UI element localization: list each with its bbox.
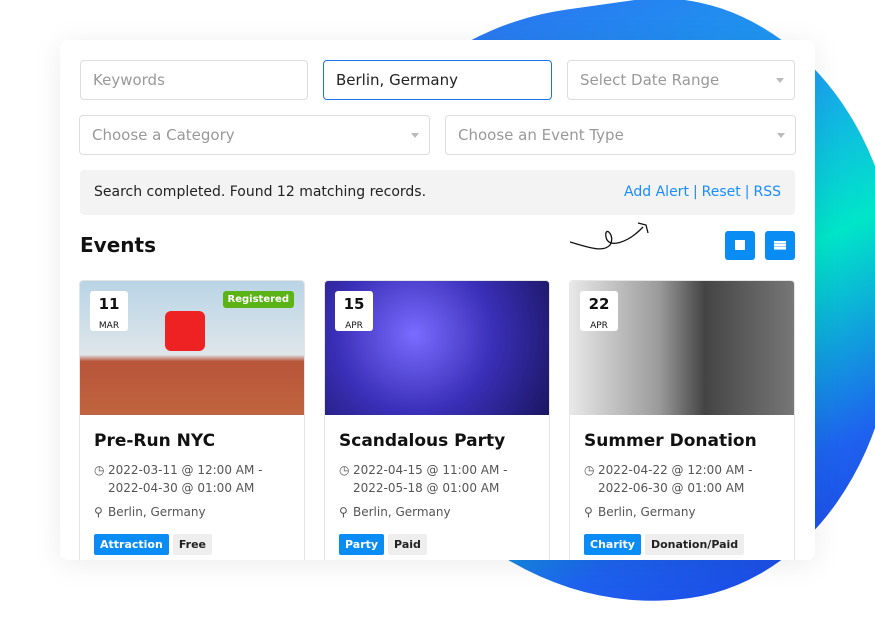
- category-select[interactable]: Choose a Category: [79, 115, 430, 155]
- date-range-placeholder: Select Date Range: [580, 71, 720, 89]
- event-type-select[interactable]: Choose an Event Type: [445, 115, 796, 155]
- runner-figure: [165, 311, 205, 351]
- event-location: Berlin, Germany: [598, 505, 696, 519]
- chevron-down-icon: [777, 133, 785, 138]
- date-badge: 22 APR: [580, 291, 618, 331]
- event-image: 11 MAR Registered: [80, 281, 304, 415]
- event-image: 15 APR: [325, 281, 549, 415]
- date-month: APR: [345, 321, 363, 331]
- map-pin-icon: ⚲: [94, 505, 103, 519]
- event-location: Berlin, Germany: [353, 505, 451, 519]
- keywords-input[interactable]: Keywords: [80, 60, 308, 100]
- event-start: 2022-03-11 @ 12:00 AM -: [108, 463, 263, 477]
- date-day: 11: [98, 295, 120, 313]
- clock-icon: ◷: [584, 463, 595, 477]
- event-end: 2022-06-30 @ 01:00 AM: [598, 481, 745, 495]
- separator: |: [692, 184, 698, 200]
- date-month: APR: [590, 321, 608, 331]
- square-icon: [735, 240, 745, 250]
- map-pin-icon: ⚲: [339, 505, 348, 519]
- list-view-button[interactable]: [765, 231, 795, 260]
- event-title[interactable]: Pre-Run NYC: [94, 431, 304, 451]
- event-end: 2022-04-30 @ 01:00 AM: [108, 481, 255, 495]
- event-card[interactable]: 22 APR Summer Donation ◷ 2022-04-22 @ 12:0…: [569, 280, 795, 560]
- grid-view-button[interactable]: [725, 231, 755, 260]
- date-badge: 11 MAR: [90, 291, 128, 331]
- category-tag[interactable]: Party: [339, 534, 385, 555]
- event-card[interactable]: 11 MAR Registered Pre-Run NYC ◷ 2022-03-11…: [79, 280, 305, 560]
- clock-icon: ◷: [339, 463, 350, 477]
- date-day: 22: [588, 295, 610, 313]
- section-title: Events: [80, 233, 156, 257]
- list-icon: [774, 241, 786, 250]
- rss-link[interactable]: RSS: [753, 184, 781, 200]
- event-card[interactable]: 15 APR Scandalous Party ◷ 2022-04-15 @ 11:…: [324, 280, 550, 560]
- event-image: 22 APR: [570, 281, 794, 415]
- events-panel: Keywords Berlin, Germany Select Date Ran…: [60, 40, 815, 560]
- date-badge: 15 APR: [335, 291, 373, 331]
- category-placeholder: Choose a Category: [92, 126, 235, 144]
- separator: |: [744, 184, 750, 200]
- chevron-down-icon: [776, 78, 784, 83]
- price-tag: Free: [172, 534, 212, 555]
- event-title[interactable]: Summer Donation: [584, 431, 794, 451]
- category-tag[interactable]: Attraction: [94, 534, 169, 555]
- price-tag: Paid: [388, 534, 427, 555]
- map-pin-icon: ⚲: [584, 505, 593, 519]
- category-tag[interactable]: Charity: [584, 534, 641, 555]
- add-alert-link[interactable]: Add Alert: [624, 184, 689, 200]
- status-text: Search completed. Found 12 matching reco…: [94, 184, 427, 200]
- reset-link[interactable]: Reset: [702, 184, 741, 200]
- event-end: 2022-05-18 @ 01:00 AM: [353, 481, 500, 495]
- date-month: MAR: [98, 321, 120, 331]
- clock-icon: ◷: [94, 463, 105, 477]
- date-range-select[interactable]: Select Date Range: [567, 60, 795, 100]
- registered-badge: Registered: [222, 291, 294, 308]
- event-title[interactable]: Scandalous Party: [339, 431, 549, 451]
- date-day: 15: [343, 295, 365, 313]
- event-type-placeholder: Choose an Event Type: [458, 126, 624, 144]
- event-location: Berlin, Germany: [108, 505, 206, 519]
- price-tag: Donation/Paid: [644, 534, 745, 555]
- chevron-down-icon: [411, 133, 419, 138]
- search-status-bar: Search completed. Found 12 matching reco…: [80, 170, 795, 215]
- event-start: 2022-04-22 @ 12:00 AM -: [598, 463, 753, 477]
- squiggle-arrow-icon: [569, 222, 649, 250]
- event-start: 2022-04-15 @ 11:00 AM -: [353, 463, 508, 477]
- location-input[interactable]: Berlin, Germany: [323, 60, 552, 100]
